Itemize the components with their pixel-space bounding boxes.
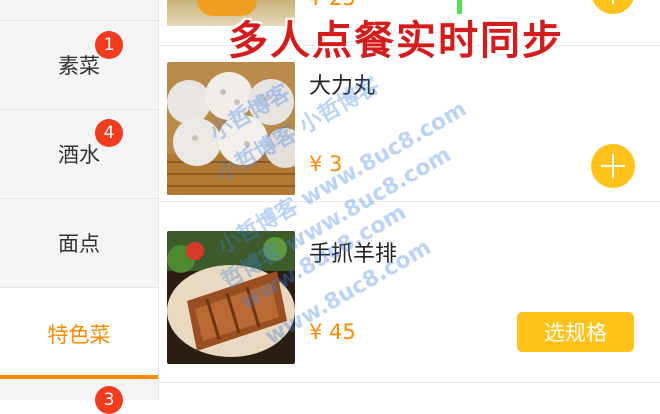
category-sidebar: 素菜 1 酒水 4 面点 特色菜 3 bbox=[0, 0, 159, 414]
sidebar-item-label: 特色菜 bbox=[47, 322, 111, 347]
list-item bbox=[159, 383, 660, 400]
count-badge: 1 bbox=[95, 31, 123, 59]
count-badge: 3 bbox=[95, 386, 123, 414]
sidebar-item-label: 素菜 bbox=[58, 54, 100, 78]
sidebar-item-drinks[interactable]: 酒水 4 bbox=[0, 110, 158, 199]
sidebar-item-specialty[interactable]: 特色菜 bbox=[0, 288, 158, 379]
active-indicator bbox=[0, 375, 158, 379]
count-badge: 4 bbox=[95, 119, 123, 147]
add-button[interactable] bbox=[591, 144, 635, 188]
sidebar-item-vegetables[interactable]: 素菜 1 bbox=[0, 21, 158, 110]
sidebar-item-label: 面点 bbox=[58, 232, 100, 256]
sidebar-item-pastry[interactable]: 面点 bbox=[0, 199, 158, 288]
sidebar-item-label: 酒水 bbox=[58, 143, 100, 167]
sidebar-item-top[interactable] bbox=[0, 0, 158, 21]
promo-banner: 多人点餐实时同步 bbox=[228, 17, 564, 64]
add-button[interactable] bbox=[591, 0, 635, 14]
sidebar-item-next[interactable]: 3 bbox=[0, 380, 158, 414]
choose-spec-button[interactable]: 选规格 bbox=[517, 312, 634, 352]
